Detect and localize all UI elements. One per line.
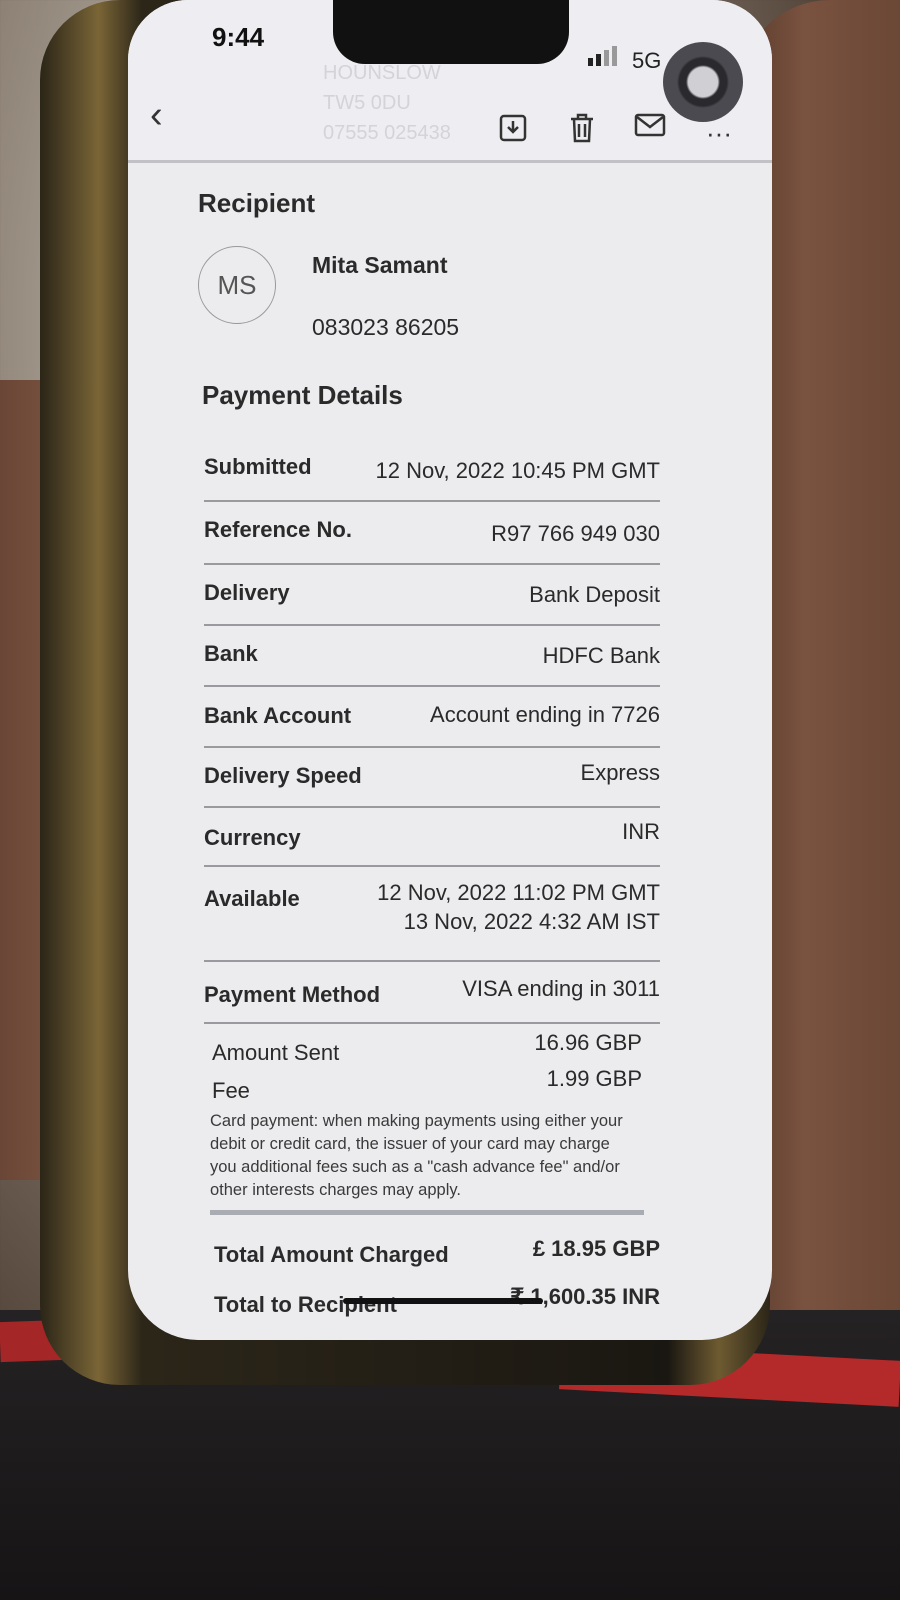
detail-value: VISA ending in 3011 bbox=[462, 976, 660, 1001]
detail-row-currency: Currency INR bbox=[204, 819, 660, 867]
faded-address: HOUNSLOW TW5 0DU 07555 025438 bbox=[323, 58, 451, 148]
total-charged-label: Total Amount Charged bbox=[214, 1242, 449, 1267]
status-bar: HOUNSLOW TW5 0DU 07555 025438 9:44 5G ‹ … bbox=[128, 0, 772, 160]
phone-frame: HOUNSLOW TW5 0DU 07555 025438 9:44 5G ‹ … bbox=[40, 0, 772, 1385]
card-payment-note: Card payment: when making payments using… bbox=[210, 1112, 623, 1199]
status-time: 9:44 bbox=[212, 22, 265, 52]
detail-value: Bank Deposit bbox=[529, 582, 660, 607]
trash-icon[interactable] bbox=[568, 112, 596, 152]
recipient-heading: Recipient bbox=[198, 188, 316, 218]
fee-label: Fee bbox=[212, 1078, 250, 1103]
chevron-left-icon[interactable]: ‹ bbox=[150, 94, 163, 137]
detail-row-reference: Reference No. R97 766 949 030 bbox=[204, 513, 660, 565]
detail-label: Bank Account bbox=[204, 703, 352, 728]
home-indicator[interactable] bbox=[343, 1298, 543, 1304]
detail-label: Available bbox=[204, 886, 300, 911]
avatar: MS bbox=[198, 246, 276, 324]
notch bbox=[333, 0, 569, 64]
ghost-line: 07555 025438 bbox=[323, 122, 451, 144]
detail-value: R97 766 949 030 bbox=[491, 521, 660, 546]
total-charged-value: £ 18.95 GBP bbox=[532, 1236, 660, 1261]
detail-row-bank-account: Bank Account Account ending in 7726 bbox=[204, 698, 660, 748]
recipient-name: Mita Samant bbox=[312, 252, 448, 278]
amount-sent-value: 16.96 GBP bbox=[534, 1030, 642, 1055]
detail-label: Bank bbox=[204, 641, 258, 666]
signal-icon bbox=[588, 46, 617, 66]
totals-divider bbox=[210, 1210, 644, 1215]
detail-label: Currency bbox=[204, 825, 301, 850]
more-icon[interactable]: ··· bbox=[706, 118, 732, 149]
detail-value-secondary: 13 Nov, 2022 4:32 AM IST bbox=[403, 909, 660, 934]
detail-value: 12 Nov, 2022 10:45 PM GMT bbox=[375, 458, 660, 483]
amount-summary: Amount Sent 16.96 GBP Fee 1.99 GBP bbox=[212, 1030, 642, 1103]
detail-row-delivery-speed: Delivery Speed Express bbox=[204, 758, 660, 808]
phone-screen: HOUNSLOW TW5 0DU 07555 025438 9:44 5G ‹ … bbox=[128, 0, 772, 1340]
detail-value: Account ending in 7726 bbox=[430, 702, 660, 727]
download-icon[interactable] bbox=[498, 112, 528, 152]
total-recipient-label: Total to Recipient bbox=[214, 1292, 397, 1317]
detail-value: 12 Nov, 2022 11:02 PM GMT bbox=[377, 880, 660, 905]
network-type: 5G bbox=[632, 48, 662, 73]
mail-icon[interactable] bbox=[634, 112, 666, 146]
detail-label: Delivery bbox=[204, 580, 290, 605]
recipient-account: 083023 86205 bbox=[312, 314, 460, 340]
detail-label: Payment Method bbox=[204, 982, 381, 1007]
detail-row-submitted: Submitted 12 Nov, 2022 10:45 PM GMT bbox=[204, 452, 660, 502]
header-divider bbox=[128, 160, 772, 163]
payment-details-heading: Payment Details bbox=[202, 380, 403, 410]
detail-row-payment-method: Payment Method VISA ending in 3011 bbox=[204, 974, 660, 1024]
detail-row-available: Available 12 Nov, 2022 11:02 PM GMT 13 N… bbox=[204, 878, 660, 962]
total-recipient-value: ₹ 1,600.35 INR bbox=[510, 1284, 660, 1309]
fee-value: 1.99 GBP bbox=[546, 1066, 642, 1091]
detail-label: Delivery Speed bbox=[204, 763, 362, 788]
detail-value: Express bbox=[580, 760, 660, 785]
detail-row-bank: Bank HDFC Bank bbox=[204, 637, 660, 687]
detail-label: Reference No. bbox=[204, 517, 352, 542]
detail-row-delivery: Delivery Bank Deposit bbox=[204, 576, 660, 626]
amount-sent-label: Amount Sent bbox=[212, 1040, 340, 1065]
detail-label: Submitted bbox=[204, 454, 312, 479]
detail-value: HDFC Bank bbox=[542, 643, 660, 668]
ghost-line: TW5 0DU bbox=[323, 92, 411, 114]
detail-value: INR bbox=[622, 819, 660, 844]
assistive-touch-button[interactable] bbox=[663, 42, 743, 122]
